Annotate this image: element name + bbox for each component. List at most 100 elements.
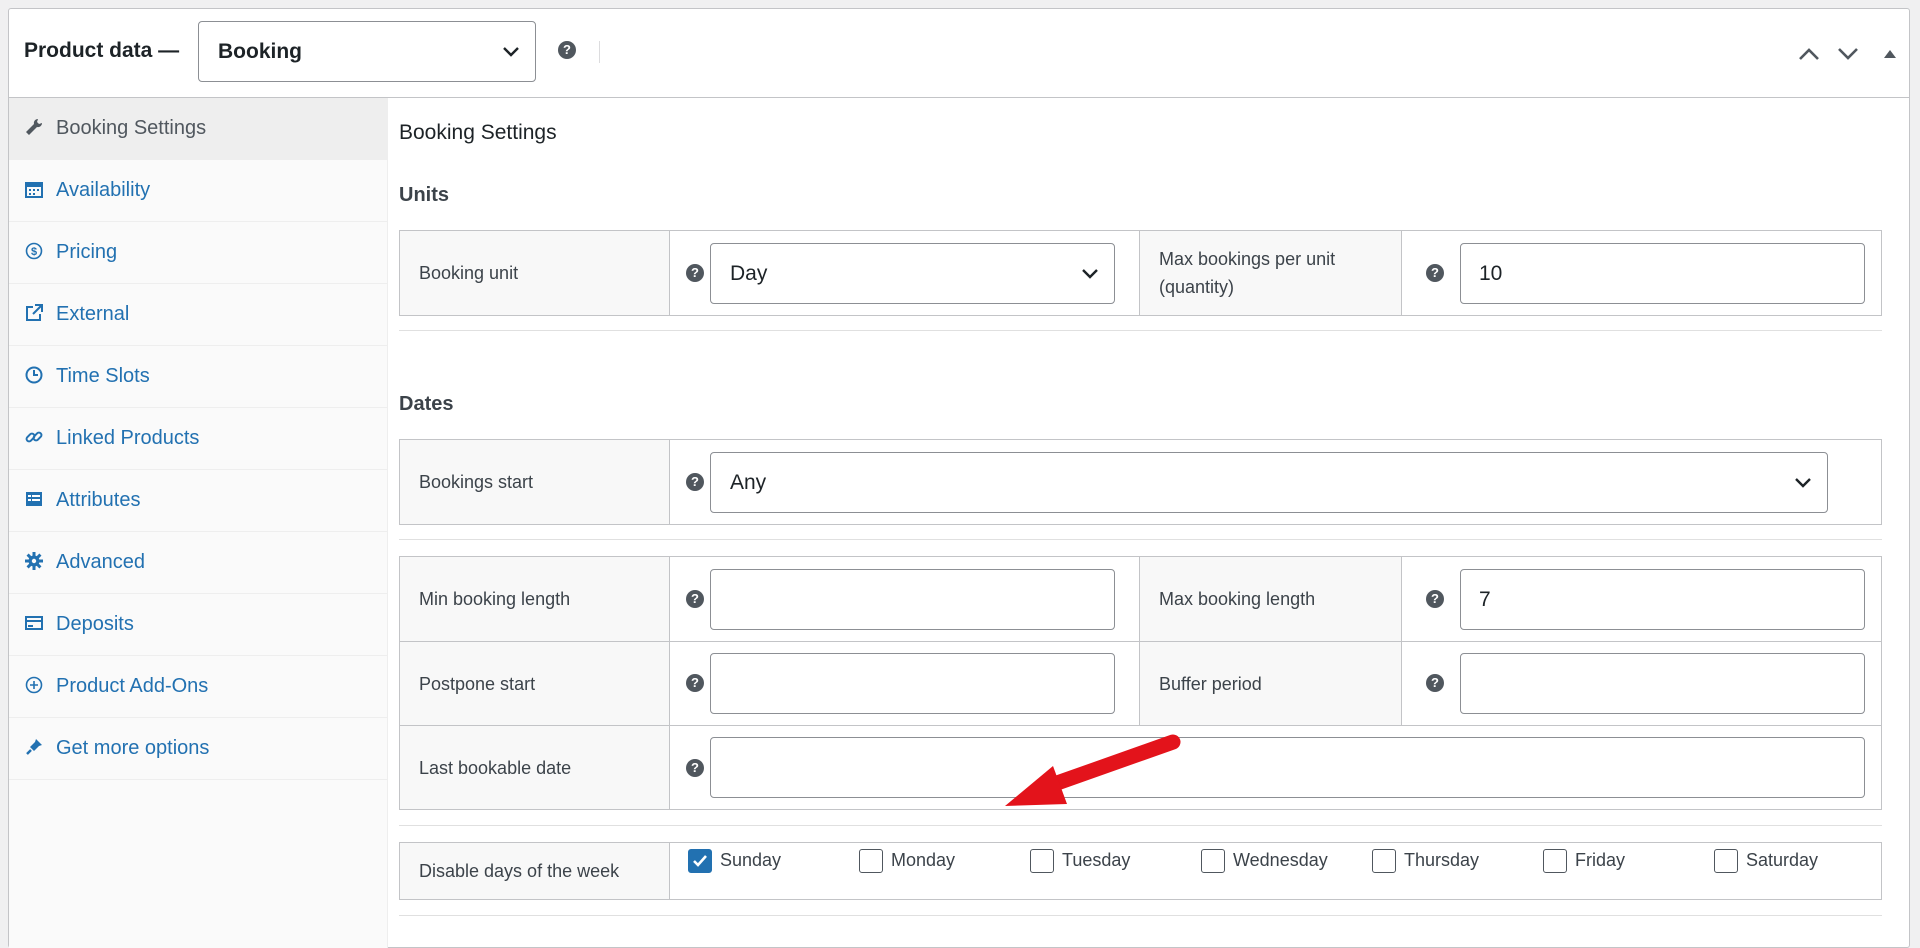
help-icon[interactable]: ?	[686, 674, 704, 692]
bookings-start-value: Any	[730, 470, 767, 494]
friday-checkbox[interactable]	[1543, 849, 1567, 873]
buffer-label-cell: Buffer period	[1140, 642, 1402, 725]
thursday-label: Thursday	[1404, 850, 1480, 870]
bookings-start-label-cell: Bookings start	[400, 440, 670, 524]
buffer-label: Buffer period	[1159, 673, 1262, 694]
tab-product-add-ons[interactable]: Product Add-Ons	[9, 656, 387, 718]
divider	[1139, 557, 1140, 725]
move-up-icon[interactable]	[1798, 47, 1820, 61]
annotation-arrow	[1005, 734, 1181, 806]
wrench-icon	[26, 118, 43, 135]
tab-availability[interactable]: Availability	[9, 160, 387, 222]
separator	[399, 915, 1882, 916]
separator	[399, 539, 1882, 540]
max-length-value: 7	[1479, 587, 1491, 611]
tab-label: Deposits	[56, 613, 134, 635]
panel-title: Product data —	[24, 39, 180, 62]
last-date-input[interactable]	[710, 737, 1865, 798]
booking-unit-select[interactable]: Day	[710, 243, 1115, 304]
disable-days-table: Disable days of the week	[399, 842, 1882, 900]
header-divider	[599, 41, 600, 63]
link-icon	[25, 431, 43, 443]
saturday-checkbox[interactable]	[1714, 849, 1738, 873]
postpone-label: Postpone start	[419, 673, 536, 694]
last-date-label-cell: Last bookable date	[400, 726, 670, 809]
tab-linked-products[interactable]: Linked Products	[9, 408, 387, 470]
tab-get-more-options[interactable]: Get more options	[9, 718, 387, 780]
tab-label: Get more options	[56, 737, 210, 759]
postpone-label-cell: Postpone start	[400, 642, 670, 725]
calendar-icon	[25, 182, 43, 198]
settings-title: Booking Settings	[399, 121, 557, 144]
gear-icon	[25, 552, 43, 570]
tab-time-slots[interactable]: Time Slots	[9, 346, 387, 408]
tuesday-checkbox[interactable]	[1030, 849, 1054, 873]
bookings-start-label: Bookings start	[419, 472, 534, 492]
max-bookings-value: 10	[1479, 261, 1503, 285]
credit-card-icon	[25, 616, 43, 630]
dollar-icon: $	[25, 242, 43, 260]
min-length-label: Min booking length	[419, 589, 571, 609]
monday-label: Monday	[891, 850, 956, 870]
monday-checkbox[interactable]	[859, 849, 883, 873]
min-length-label-cell: Min booking length	[400, 557, 670, 641]
max-bookings-input[interactable]: 10	[1460, 243, 1865, 304]
tab-label: Availability	[56, 179, 151, 201]
tab-external[interactable]: External	[9, 284, 387, 346]
separator	[399, 330, 1882, 331]
panel-header: Product data — Booking ?	[9, 9, 1909, 98]
tab-pricing[interactable]: $ Pricing	[9, 222, 387, 284]
help-icon[interactable]: ?	[686, 473, 704, 491]
product-type-select[interactable]: Booking	[198, 21, 536, 82]
plugin-icon	[26, 739, 42, 755]
help-icon[interactable]: ?	[686, 590, 704, 608]
friday-label: Friday	[1575, 850, 1626, 870]
tab-attributes[interactable]: Attributes	[9, 470, 387, 532]
help-icon[interactable]: ?	[1426, 674, 1444, 692]
wednesday-checkbox[interactable]	[1201, 849, 1225, 873]
postpone-input[interactable]	[710, 653, 1115, 714]
tab-label: Linked Products	[56, 427, 200, 449]
list-icon	[26, 492, 42, 506]
tab-label: Advanced	[56, 551, 145, 573]
move-down-icon[interactable]	[1837, 47, 1859, 61]
tab-label: Pricing	[56, 241, 118, 263]
max-bookings-label: Max bookings per unit (quantity)	[1159, 249, 1336, 297]
svg-text:$: $	[31, 246, 37, 258]
tab-deposits[interactable]: Deposits	[9, 594, 387, 656]
max-length-label: Max booking length	[1159, 589, 1316, 609]
thursday-checkbox[interactable]	[1372, 849, 1396, 873]
max-length-input[interactable]: 7	[1460, 569, 1865, 630]
min-length-input[interactable]	[710, 569, 1115, 630]
sunday-label: Sunday	[720, 850, 782, 870]
help-icon[interactable]: ?	[686, 264, 704, 282]
max-bookings-label-cell: Max bookings per unit (quantity)	[1140, 231, 1402, 315]
saturday-label: Saturday	[1746, 850, 1819, 870]
tab-advanced[interactable]: Advanced	[9, 532, 387, 594]
help-icon[interactable]: ?	[1426, 264, 1444, 282]
product-type-value: Booking	[218, 39, 302, 63]
wednesday-label: Wednesday	[1233, 850, 1328, 870]
units-heading: Units	[399, 184, 449, 206]
help-icon[interactable]: ?	[686, 759, 704, 777]
tab-label: Attributes	[56, 489, 141, 511]
max-length-label-cell: Max booking length	[1140, 557, 1402, 641]
chevron-down-icon	[503, 46, 519, 57]
tab-label: External	[56, 303, 130, 325]
buffer-input[interactable]	[1460, 653, 1865, 714]
help-icon[interactable]: ?	[558, 41, 576, 59]
bookings-start-table: Bookings start ? Any	[399, 439, 1882, 525]
plus-circle-icon	[25, 676, 43, 694]
tuesday-label: Tuesday	[1062, 850, 1131, 870]
external-link-icon	[26, 304, 43, 321]
units-table: Booking unit ? Day Max bookings per unit…	[399, 230, 1882, 316]
toggle-panel-icon[interactable]	[1883, 48, 1897, 59]
chevron-down-icon	[1795, 477, 1811, 488]
bookings-start-select[interactable]: Any	[710, 452, 1828, 513]
sunday-checkbox[interactable]	[688, 849, 712, 873]
dates-heading: Dates	[399, 393, 454, 415]
chevron-down-icon	[1082, 268, 1098, 279]
tab-booking-settings[interactable]: Booking Settings	[9, 98, 387, 160]
clock-icon	[25, 366, 43, 384]
help-icon[interactable]: ?	[1426, 590, 1444, 608]
